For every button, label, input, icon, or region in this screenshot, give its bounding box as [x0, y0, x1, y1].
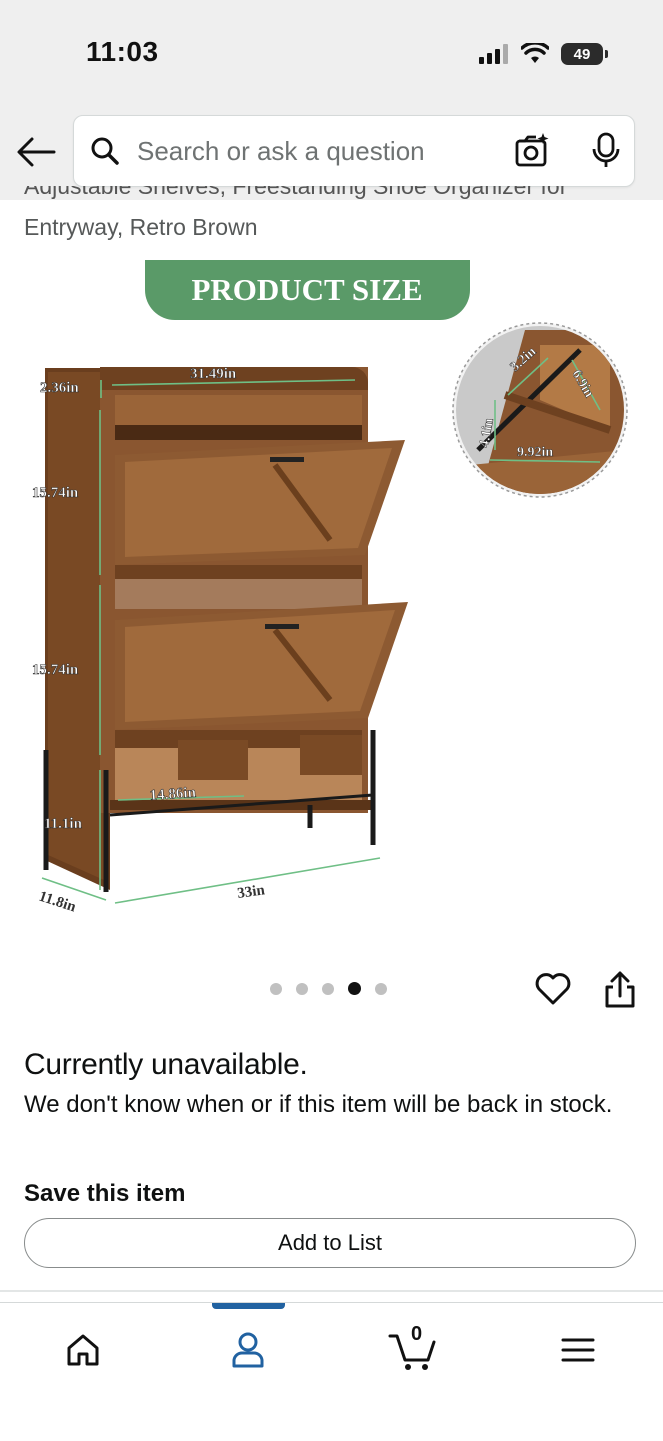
wishlist-button[interactable]	[534, 970, 572, 1013]
availability-title: Currently unavailable.	[24, 1048, 308, 1081]
nav-account[interactable]	[218, 1325, 278, 1375]
add-to-list-button[interactable]: Add to List	[24, 1218, 636, 1268]
battery-icon: 49	[561, 43, 608, 65]
account-icon	[232, 1332, 264, 1368]
carousel-dots[interactable]	[270, 982, 387, 995]
nav-home[interactable]	[53, 1325, 113, 1375]
status-time: 11:03	[86, 36, 159, 67]
bottom-nav: 0	[0, 1302, 663, 1441]
nav-menu[interactable]	[548, 1325, 608, 1375]
status-icons: 49	[479, 40, 608, 68]
carousel-dot-active[interactable]	[348, 982, 361, 995]
share-icon	[605, 971, 635, 1008]
carousel-dot[interactable]	[322, 982, 334, 995]
divider	[0, 1290, 663, 1292]
search-icon	[91, 137, 119, 165]
back-button[interactable]	[14, 130, 58, 174]
search-input[interactable]: Search or ask a question	[137, 136, 425, 167]
share-button[interactable]	[603, 970, 637, 1015]
banner-text: PRODUCT SIZE	[191, 272, 422, 307]
product-title: Entryway, Retro Brown	[24, 214, 258, 240]
dim-top-height: 2.36in	[40, 380, 79, 396]
menu-icon	[561, 1338, 595, 1362]
product-image[interactable]: PRODUCT SIZE 31.49in 2.36in 15.74in 15.7…	[0, 250, 663, 950]
dim-lower-section: 15.74in	[32, 662, 79, 678]
dim-depth: 11.8in	[37, 889, 79, 916]
dim-bottom-gap: 11.1in	[44, 816, 83, 832]
signal-icon	[479, 44, 508, 64]
nav-active-indicator	[212, 1303, 285, 1309]
carousel-dot[interactable]	[270, 982, 282, 995]
dim-upper-section: 15.74in	[32, 485, 79, 501]
availability-description: We don't know when or if this item will …	[24, 1091, 613, 1118]
shoe-cabinet-illustration: PRODUCT SIZE 31.49in 2.36in 15.74in 15.7…	[32, 260, 628, 916]
dim-shelf-width: 14.86in	[149, 785, 197, 804]
carousel-dot[interactable]	[296, 982, 308, 995]
save-item-title: Save this item	[24, 1180, 186, 1207]
product-title-partial: Adjustable Shelves, Freestanding Shoe Or…	[24, 186, 568, 199]
dim-total-width: 33in	[236, 882, 266, 902]
dim-detail-d: 9.92in	[517, 445, 553, 460]
wifi-icon	[521, 43, 549, 63]
heart-icon	[535, 973, 571, 1005]
cart-count: 0	[411, 1323, 423, 1345]
microphone-icon[interactable]	[591, 132, 621, 170]
back-arrow-icon	[17, 137, 56, 167]
search-bar[interactable]: Search or ask a question	[73, 115, 635, 187]
camera-search-icon[interactable]	[514, 132, 550, 168]
carousel-dot[interactable]	[375, 982, 387, 995]
home-icon	[67, 1334, 99, 1366]
top-header: 11:03 49 Search or ask a question	[0, 0, 663, 200]
dim-top-width: 31.49in	[190, 366, 237, 382]
